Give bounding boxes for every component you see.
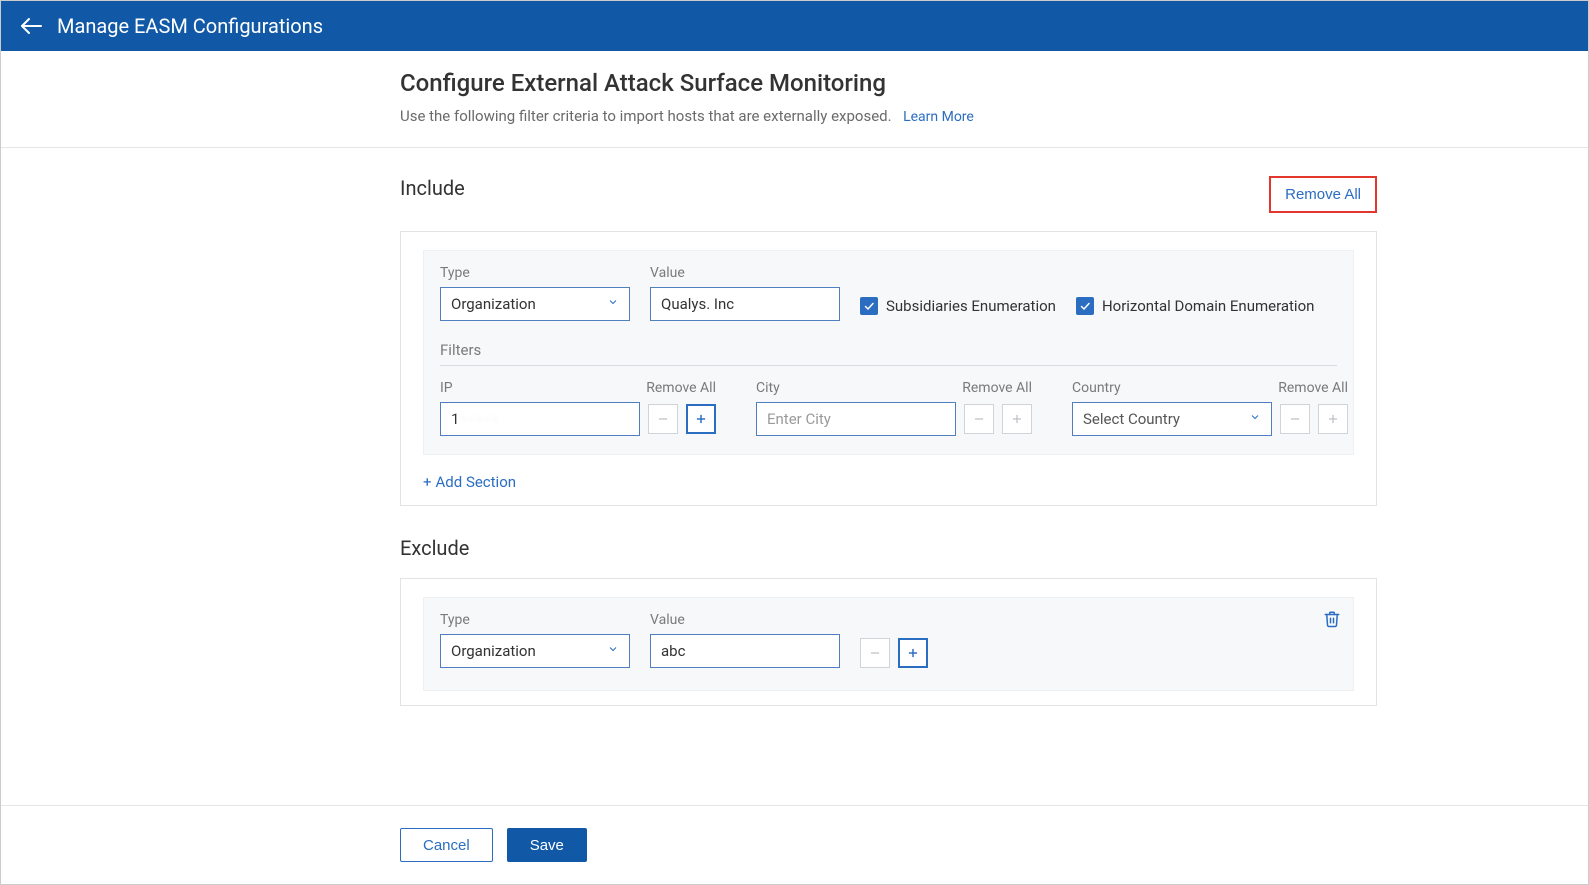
plus-icon: +	[423, 473, 432, 491]
add-section-button[interactable]: + Add Section	[423, 473, 516, 491]
include-value-label: Value	[650, 265, 840, 281]
ip-masked-fragment: ·····	[461, 410, 501, 428]
save-button[interactable]: Save	[507, 828, 587, 862]
horizontal-checkbox[interactable]	[1076, 297, 1094, 315]
exclude-section-head: Exclude	[400, 536, 1377, 560]
include-type-select[interactable]: Organization	[440, 287, 630, 321]
page-breadcrumb-title: Manage EASM Configurations	[57, 14, 323, 38]
include-heading: Include	[400, 176, 465, 200]
exclude-add-button[interactable]	[898, 638, 928, 668]
exclude-panel-inner: Type Organization Value abc	[423, 597, 1354, 691]
exclude-remove-button[interactable]	[860, 638, 890, 668]
exclude-heading: Exclude	[400, 536, 469, 560]
country-select[interactable]: Select Country	[1072, 402, 1272, 436]
city-input[interactable]: Enter City	[756, 402, 956, 436]
include-value-input[interactable]: Qualys. Inc	[650, 287, 840, 321]
city-add-button[interactable]	[1002, 404, 1032, 434]
learn-more-link[interactable]: Learn More	[903, 109, 974, 125]
add-section-label: Add Section	[436, 473, 517, 491]
include-panel-inner: Type Organization Value Qualys. Inc	[423, 250, 1354, 455]
top-bar: Manage EASM Configurations	[1, 1, 1588, 51]
include-value-text: Qualys. Inc	[661, 295, 734, 313]
ip-input[interactable]: 1·····	[440, 402, 640, 436]
country-add-button[interactable]	[1318, 404, 1348, 434]
exclude-type-value: Organization	[451, 642, 536, 660]
page-header: Configure External Attack Surface Monito…	[1, 51, 1588, 148]
ip-value: 1	[451, 410, 459, 428]
include-type-label: Type	[440, 265, 630, 281]
chevron-down-icon	[607, 296, 619, 312]
page-title: Configure External Attack Surface Monito…	[400, 69, 1588, 97]
city-label: City	[756, 380, 780, 396]
cancel-button[interactable]: Cancel	[400, 828, 493, 862]
subsidiaries-checkbox[interactable]	[860, 297, 878, 315]
include-panel: Type Organization Value Qualys. Inc	[400, 231, 1377, 506]
city-placeholder: Enter City	[767, 410, 831, 428]
city-remove-all[interactable]: Remove All	[962, 380, 1032, 396]
city-remove-button[interactable]	[964, 404, 994, 434]
footer-bar: Cancel Save	[1, 805, 1588, 884]
country-label: Country	[1072, 380, 1121, 396]
chevron-down-icon	[607, 643, 619, 659]
country-remove-button[interactable]	[1280, 404, 1310, 434]
ip-label: IP	[440, 380, 453, 396]
include-remove-all-button[interactable]: Remove All	[1269, 176, 1377, 213]
ip-remove-all[interactable]: Remove All	[646, 380, 716, 396]
exclude-value-input[interactable]: abc	[650, 634, 840, 668]
country-placeholder: Select Country	[1083, 410, 1180, 428]
exclude-value-label: Value	[650, 612, 840, 628]
back-arrow-icon[interactable]	[19, 14, 43, 38]
exclude-value-text: abc	[661, 642, 685, 660]
country-remove-all[interactable]: Remove All	[1278, 380, 1348, 396]
include-section-head: Include Remove All	[400, 176, 1377, 213]
ip-remove-button[interactable]	[648, 404, 678, 434]
exclude-type-select[interactable]: Organization	[440, 634, 630, 668]
page-subtitle: Use the following filter criteria to imp…	[400, 107, 892, 125]
exclude-panel: Type Organization Value abc	[400, 578, 1377, 706]
ip-add-button[interactable]	[686, 404, 716, 434]
subsidiaries-label: Subsidiaries Enumeration	[886, 297, 1056, 315]
exclude-type-label: Type	[440, 612, 630, 628]
trash-icon[interactable]	[1323, 610, 1341, 632]
filters-heading: Filters	[440, 341, 1337, 366]
chevron-down-icon	[1249, 411, 1261, 427]
horizontal-label: Horizontal Domain Enumeration	[1102, 297, 1314, 315]
include-type-value: Organization	[451, 295, 536, 313]
